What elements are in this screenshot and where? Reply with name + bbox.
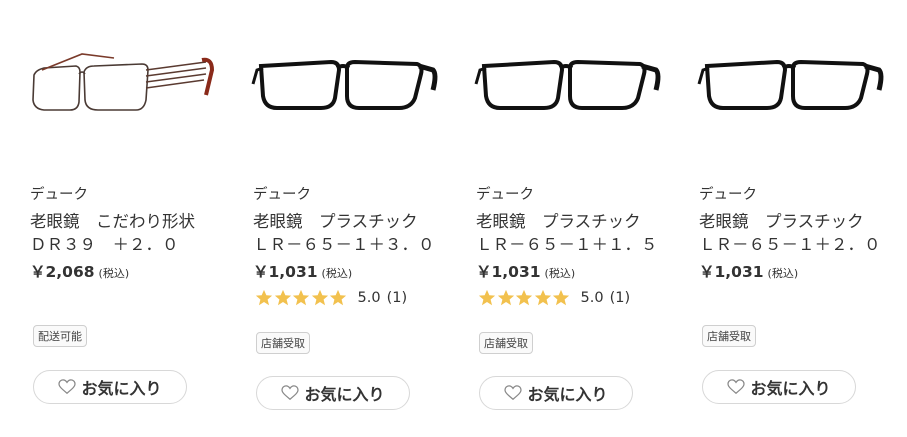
product-name-line1[interactable]: 老眼鏡 こだわり形状	[30, 212, 195, 231]
product-name-line1[interactable]: 老眼鏡 プラスチック	[253, 212, 418, 231]
favorite-button[interactable]: お気に入り	[33, 370, 187, 404]
black-glasses-icon	[474, 59, 661, 110]
tax-label: (税込)	[767, 267, 799, 280]
product-image[interactable]	[470, 40, 670, 130]
heart-icon	[58, 379, 77, 395]
favorite-button[interactable]: お気に入り	[702, 370, 856, 404]
price-amount: ￥1,031	[699, 263, 764, 281]
product-card[interactable]: デューク 老眼鏡 プラスチック ＬＲ－６５－１＋１．５ ￥1,031 (税込) 5.…	[470, 0, 670, 437]
black-glasses-icon	[697, 59, 884, 110]
star-icon	[255, 289, 273, 306]
black-glasses-icon	[251, 59, 438, 110]
product-name[interactable]: 老眼鏡 プラスチック ＬＲ－６５－１＋２．０	[699, 210, 881, 256]
pickup-badge: 店舗受取	[702, 325, 756, 347]
star-icon	[329, 289, 347, 306]
product-name-line2[interactable]: ＤＲ３９ ＋２．０	[30, 235, 179, 254]
price: ￥1,031 (税込)	[476, 260, 575, 282]
price: ￥1,031 (税込)	[699, 260, 798, 282]
product-name-line1[interactable]: 老眼鏡 プラスチック	[476, 212, 641, 231]
brand-label: デューク	[253, 187, 311, 203]
product-image[interactable]	[24, 40, 224, 130]
star-icon	[274, 289, 291, 306]
favorite-label: お気に入り	[750, 379, 831, 398]
review-count[interactable]: (1)	[610, 290, 631, 306]
price-amount: ￥1,031	[253, 263, 318, 281]
rating[interactable]: 5.0 (1)	[255, 289, 407, 307]
product-image[interactable]	[693, 40, 893, 130]
favorite-button[interactable]: お気に入り	[479, 376, 633, 410]
price-amount: ￥1,031	[476, 263, 541, 281]
star-icon	[292, 289, 310, 306]
brand-label: デューク	[30, 187, 88, 203]
product-card[interactable]: デューク 老眼鏡 こだわり形状 ＤＲ３９ ＋２．０ ￥2,068 (税込) 配送可能…	[24, 0, 224, 437]
star-rating	[255, 289, 348, 307]
star-icon	[497, 289, 514, 306]
wire-glasses-icon	[32, 53, 215, 111]
tax-label: (税込)	[544, 267, 576, 280]
product-card[interactable]: デューク 老眼鏡 プラスチック ＬＲ－６５－１＋３．０ ￥1,031 (税込) 5.…	[247, 0, 447, 437]
tax-label: (税込)	[98, 267, 130, 280]
price: ￥2,068 (税込)	[30, 260, 129, 282]
brand-label: デューク	[476, 187, 534, 203]
pickup-badge: 店舗受取	[479, 332, 533, 354]
brand-label: デューク	[699, 187, 757, 203]
delivery-badge: 配送可能	[33, 325, 87, 347]
product-name-line2[interactable]: ＬＲ－６５－１＋１．５	[476, 235, 658, 254]
star-icon	[534, 289, 551, 306]
product-name-line2[interactable]: ＬＲ－６５－１＋３．０	[253, 235, 435, 254]
heart-icon	[727, 379, 746, 395]
product-name[interactable]: 老眼鏡 こだわり形状 ＤＲ３９ ＋２．０	[30, 210, 195, 256]
star-icon	[552, 289, 570, 306]
favorite-label: お気に入り	[81, 379, 162, 398]
favorite-label: お気に入り	[304, 385, 385, 404]
tax-label: (税込)	[321, 267, 353, 280]
star-icon	[515, 289, 533, 306]
favorite-label: お気に入り	[527, 385, 608, 404]
product-name[interactable]: 老眼鏡 プラスチック ＬＲ－６５－１＋１．５	[476, 210, 658, 256]
rating[interactable]: 5.0 (1)	[478, 289, 630, 307]
pickup-badge: 店舗受取	[256, 332, 310, 354]
product-card[interactable]: デューク 老眼鏡 プラスチック ＬＲ－６５－１＋２．０ ￥1,031 (税込) 店舗…	[693, 0, 893, 437]
rating-score: 5.0	[357, 290, 381, 306]
product-name-line1[interactable]: 老眼鏡 プラスチック	[699, 212, 864, 231]
product-name[interactable]: 老眼鏡 プラスチック ＬＲ－６５－１＋３．０	[253, 210, 435, 256]
product-name-line2[interactable]: ＬＲ－６５－１＋２．０	[699, 235, 881, 254]
price: ￥1,031 (税込)	[253, 260, 352, 282]
star-icon	[311, 289, 328, 306]
heart-icon	[281, 385, 300, 401]
star-icon	[478, 289, 496, 306]
product-image[interactable]	[247, 40, 447, 130]
star-rating	[478, 289, 571, 307]
favorite-button[interactable]: お気に入り	[256, 376, 410, 410]
price-amount: ￥2,068	[30, 263, 95, 281]
rating-score: 5.0	[580, 290, 604, 306]
review-count[interactable]: (1)	[387, 290, 408, 306]
heart-icon	[504, 385, 523, 401]
